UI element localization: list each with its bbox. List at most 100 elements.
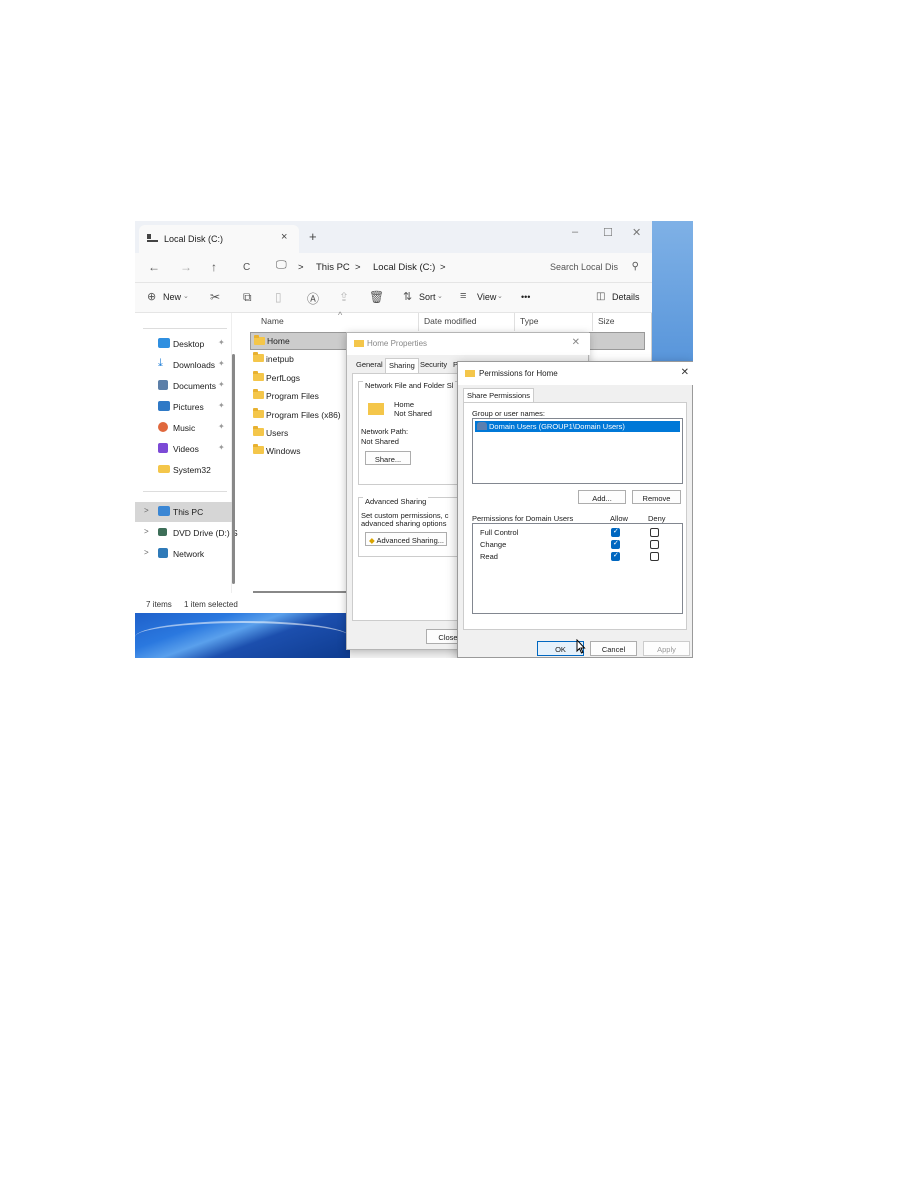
permissions-list: Full Control Change Read: [472, 523, 683, 614]
forward-button[interactable]: →: [180, 260, 192, 274]
column-name[interactable]: Name: [261, 316, 284, 326]
sidebar-item-pictures[interactable]: Pictures ✦: [135, 397, 232, 417]
permissions-for-label: Permissions for Domain Users: [472, 514, 574, 523]
share-name: Home: [394, 400, 415, 409]
back-button[interactable]: ←: [148, 260, 160, 274]
group-label: Network File and Folder Sl: [363, 381, 456, 390]
pin-icon: ✦: [218, 443, 225, 452]
dvd-icon: [158, 528, 167, 536]
sidebar-item-downloads[interactable]: ⤓ Downloads ✦: [135, 355, 232, 375]
share-button[interactable]: Share...: [365, 451, 411, 465]
dialog-title: Home Properties: [367, 339, 428, 348]
dialog-title-bar: Permissions for Home ✕: [458, 362, 693, 385]
delete-icon[interactable]: 🗑: [369, 290, 384, 304]
refresh-button[interactable]: C: [243, 262, 250, 273]
maximize-button[interactable]: ☐: [603, 226, 613, 239]
rename-icon[interactable]: Ⓐ: [307, 290, 319, 307]
advanced-sharing-button[interactable]: ◆ Advanced Sharing...: [365, 532, 447, 546]
allow-checkbox-full-control[interactable]: [611, 527, 620, 537]
apply-button[interactable]: Apply: [643, 641, 690, 656]
tab-general[interactable]: General: [356, 360, 383, 373]
sidebar-item-music[interactable]: Music ✦: [135, 418, 232, 438]
new-button[interactable]: New: [163, 292, 181, 302]
permission-label: Read: [480, 552, 498, 561]
tab-local-disk[interactable]: Local Disk (C:) ×: [139, 225, 299, 253]
tab-sharing[interactable]: Sharing: [385, 358, 419, 373]
sidebar-item-dvd-drive[interactable]: > DVD Drive (D:) S: [135, 523, 238, 543]
details-pane-icon: ◫: [596, 291, 606, 302]
chevron-right-icon[interactable]: >: [144, 506, 149, 515]
tab-close-icon[interactable]: ×: [281, 231, 287, 243]
deny-checkbox-read[interactable]: [650, 552, 659, 561]
copy-icon[interactable]: ⧉: [243, 290, 252, 305]
horizontal-scrollbar[interactable]: [253, 591, 348, 593]
sort-button[interactable]: Sort: [419, 292, 436, 302]
close-icon[interactable]: ✕: [572, 337, 580, 348]
allow-header: Allow: [610, 514, 628, 523]
chevron-right-icon[interactable]: >: [144, 548, 149, 557]
add-button[interactable]: Add...: [578, 490, 626, 504]
deny-header: Deny: [648, 514, 666, 523]
sidebar-scrollbar[interactable]: [232, 354, 235, 584]
deny-checkbox-full-control[interactable]: [650, 528, 659, 537]
close-icon[interactable]: ✕: [681, 367, 689, 378]
minimize-button[interactable]: –: [572, 226, 578, 238]
sidebar-item-system32[interactable]: System32: [135, 460, 232, 480]
videos-icon: [158, 443, 168, 453]
sidebar-item-desktop[interactable]: Desktop ✦: [135, 334, 232, 354]
share-status: Not Shared: [394, 409, 432, 418]
pin-icon: ✦: [218, 338, 225, 347]
sidebar-item-label: Desktop: [173, 339, 205, 349]
drive-icon: [147, 234, 158, 242]
dialog-title: Permissions for Home: [479, 369, 558, 378]
column-size[interactable]: Size: [598, 316, 615, 326]
breadcrumb-local-disk[interactable]: Local Disk (C:): [373, 262, 435, 273]
tab-share-permissions[interactable]: Share Permissions: [463, 388, 534, 403]
file-name: Program Files: [266, 391, 319, 401]
download-icon: ⤓: [158, 357, 163, 369]
breadcrumb-this-pc[interactable]: This PC: [316, 262, 350, 273]
allow-checkbox-change[interactable]: [611, 539, 620, 549]
more-options-button[interactable]: •••: [521, 292, 530, 302]
new-tab-button[interactable]: +: [309, 229, 317, 244]
chevron-right-icon[interactable]: >: [144, 527, 149, 536]
sort-icon: ⇅: [403, 291, 413, 303]
advanced-sharing-label: Advanced Sharing...: [376, 536, 444, 545]
sidebar-item-label: Music: [173, 423, 196, 433]
cancel-button[interactable]: Cancel: [590, 641, 637, 656]
navigation-pane: Desktop ✦ ⤓ Downloads ✦ Documents ✦ Pict…: [135, 313, 238, 593]
sidebar-item-this-pc[interactable]: > This PC: [135, 502, 232, 522]
chevron-down-icon: ⌄: [497, 293, 503, 300]
search-input[interactable]: Search Local Dis: [550, 262, 618, 272]
share-icon[interactable]: ⇪: [339, 290, 349, 304]
deny-checkbox-change[interactable]: [650, 540, 659, 549]
allow-checkbox-read[interactable]: [611, 551, 620, 561]
cut-icon[interactable]: ✂: [210, 290, 220, 304]
monitor-icon: 🖵: [276, 259, 287, 271]
remove-button[interactable]: Remove: [632, 490, 681, 504]
sidebar-item-documents[interactable]: Documents ✦: [135, 376, 232, 396]
column-divider: [514, 313, 515, 331]
up-button[interactable]: ↑: [211, 260, 217, 274]
details-button[interactable]: Details: [612, 292, 640, 302]
folder-icon: [253, 389, 264, 399]
column-divider: [592, 313, 593, 331]
search-box[interactable]: Search Local Dis ⚲: [539, 256, 645, 278]
group-label: Advanced Sharing: [363, 497, 429, 506]
view-button[interactable]: View: [477, 292, 496, 302]
paste-icon[interactable]: ▯: [275, 290, 282, 304]
sidebar-item-network[interactable]: > Network: [135, 544, 232, 564]
column-type[interactable]: Type: [520, 316, 538, 326]
file-name: PerfLogs: [266, 373, 301, 383]
pin-icon: ✦: [218, 422, 225, 431]
close-window-button[interactable]: ✕: [632, 226, 641, 239]
music-icon: [158, 422, 168, 432]
column-date-modified[interactable]: Date modified: [424, 316, 476, 326]
tab-security[interactable]: Security: [420, 360, 447, 373]
list-item-domain-users[interactable]: Domain Users (GROUP1\Domain Users): [475, 421, 680, 432]
title-bar: Local Disk (C:) × + – ☐ ✕: [135, 221, 652, 253]
breadcrumb-sep: >: [355, 262, 361, 273]
users-listbox[interactable]: Domain Users (GROUP1\Domain Users): [472, 418, 683, 484]
sidebar-item-videos[interactable]: Videos ✦: [135, 439, 232, 459]
dialog-title-bar: Home Properties ✕: [347, 333, 590, 355]
